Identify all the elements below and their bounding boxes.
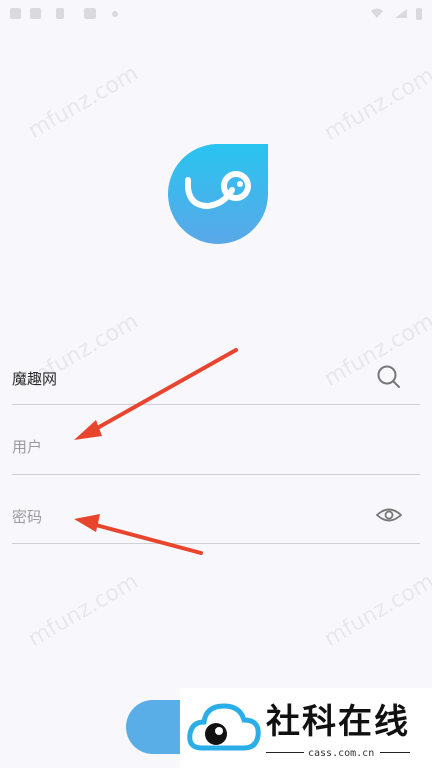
brand-badge: 社科在线 cass.com.cn (180, 688, 432, 768)
site-field[interactable]: 魔趣网 (12, 361, 420, 395)
status-icon (56, 8, 64, 19)
watermark: mfunz.com (23, 61, 143, 144)
divider (380, 752, 410, 753)
status-dot-icon (112, 11, 118, 17)
eye-icon[interactable] (376, 502, 402, 528)
signal-icon (395, 9, 407, 18)
search-icon[interactable] (376, 364, 402, 390)
username-placeholder: 用户 (12, 438, 43, 456)
divider (266, 752, 304, 753)
status-icon (10, 8, 21, 19)
battery-icon (416, 8, 422, 20)
divider (12, 404, 420, 405)
username-input[interactable]: 用户 (12, 429, 420, 463)
status-bar (0, 0, 432, 28)
status-icon (30, 8, 41, 19)
watermark: mfunz.com (319, 63, 432, 146)
logo-icon (168, 144, 268, 244)
cloud-logo-icon (187, 703, 261, 751)
divider (12, 543, 420, 544)
password-input[interactable]: 密码 (12, 499, 420, 533)
watermark: mfunz.com (23, 569, 143, 652)
badge-site: cass.com.cn (308, 748, 375, 759)
divider (12, 474, 420, 475)
watermark: mfunz.com (319, 569, 432, 652)
status-icon (84, 8, 96, 19)
wifi-icon (371, 8, 383, 18)
password-placeholder: 密码 (12, 508, 43, 526)
site-value: 魔趣网 (12, 370, 58, 388)
badge-brand: 社科在线 (266, 702, 410, 742)
